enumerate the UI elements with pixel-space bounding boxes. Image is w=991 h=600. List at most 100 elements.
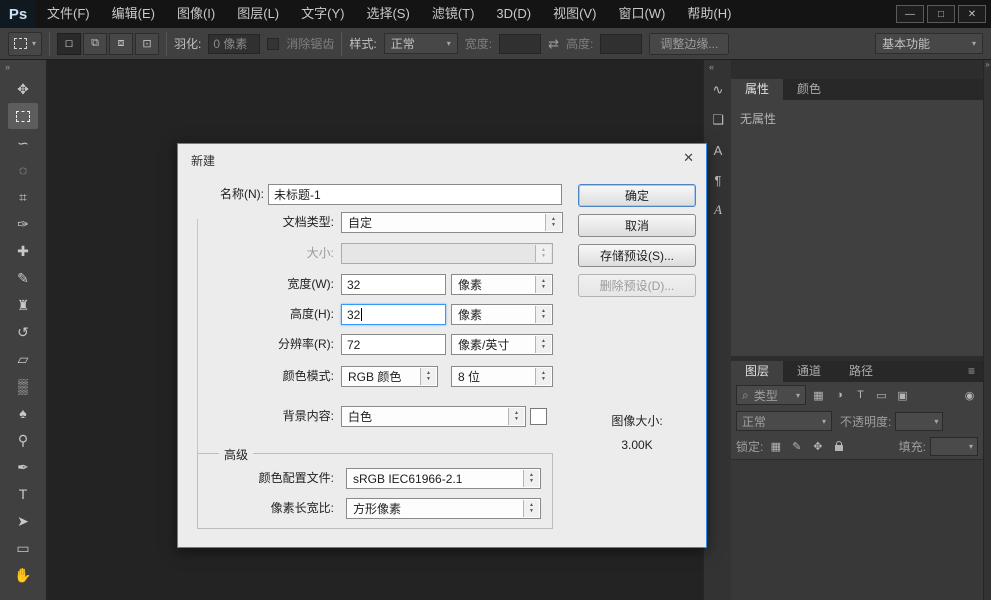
gradient-tool[interactable]: ▒: [8, 373, 38, 399]
tool-preset-picker[interactable]: ▾: [8, 32, 42, 56]
lasso-tool[interactable]: ∽: [8, 130, 38, 156]
character-panel-icon[interactable]: A: [704, 135, 732, 165]
clone-stamp-tool[interactable]: ♜: [8, 292, 38, 318]
opacity-input[interactable]: ▾: [895, 412, 943, 431]
fill-input[interactable]: ▾: [930, 437, 978, 456]
bit-depth-select[interactable]: 8 位 ▲▼: [451, 366, 553, 387]
maximize-button[interactable]: □: [927, 5, 955, 23]
rectangular-marquee-tool[interactable]: [8, 103, 38, 129]
feather-value: 0 像素: [213, 35, 247, 52]
color-profile-select[interactable]: sRGB IEC61966-2.1 ▲▼: [346, 468, 541, 489]
color-mode-label: 颜色模式:: [186, 366, 334, 387]
close-window-button[interactable]: ✕: [958, 5, 986, 23]
tab-layers[interactable]: 图层: [731, 361, 783, 382]
filter-pixel-layers-icon[interactable]: ▦: [810, 387, 827, 404]
feather-label: 羽化:: [174, 35, 201, 52]
save-preset-button[interactable]: 存储预设(S)...: [578, 244, 696, 267]
quick-selection-tool[interactable]: ◌: [8, 157, 38, 183]
resolution-unit-select[interactable]: 像素/英寸 ▲▼: [451, 334, 553, 355]
expand-strip-chevron-icon[interactable]: »: [985, 60, 989, 69]
lock-position-icon[interactable]: ✥: [809, 438, 826, 455]
tab-paths[interactable]: 路径: [835, 361, 887, 382]
document-type-select[interactable]: 自定 ▲▼: [341, 212, 563, 233]
menu-filter[interactable]: 滤镜(T): [421, 0, 486, 28]
swap-width-height-icon[interactable]: ⇄: [548, 36, 559, 52]
dodge-tool[interactable]: ⚲: [8, 427, 38, 453]
blur-tool[interactable]: ♠: [8, 400, 38, 426]
paragraph-panel-icon[interactable]: ¶: [704, 165, 732, 195]
ok-button[interactable]: 确定: [578, 184, 696, 207]
menu-window[interactable]: 窗口(W): [607, 0, 676, 28]
filter-type-layers-icon[interactable]: T: [852, 387, 869, 404]
expand-dock-chevron-icon[interactable]: «: [704, 60, 731, 75]
layers-list[interactable]: [731, 459, 983, 600]
menu-view[interactable]: 视图(V): [542, 0, 607, 28]
rectangle-tool[interactable]: ▭: [8, 535, 38, 561]
menu-image[interactable]: 图像(I): [166, 0, 226, 28]
crop-tool[interactable]: ⌗: [8, 184, 38, 210]
eraser-tool[interactable]: ▱: [8, 346, 38, 372]
character-styles-panel-icon[interactable]: A: [704, 195, 732, 225]
layer-filter-select[interactable]: ⌕ 类型 ▾: [736, 385, 806, 405]
brush-tool[interactable]: ✎: [8, 265, 38, 291]
style-select[interactable]: 正常 ▾: [384, 33, 458, 54]
path-selection-tool[interactable]: ➤: [8, 508, 38, 534]
width-input[interactable]: 32: [341, 274, 446, 295]
tab-color[interactable]: 颜色: [783, 79, 835, 100]
hand-tool[interactable]: ✋: [8, 562, 38, 588]
menu-3d[interactable]: 3D(D): [485, 0, 542, 28]
width-input[interactable]: [499, 34, 541, 54]
tab-properties[interactable]: 属性: [731, 79, 783, 100]
3d-panel-icon[interactable]: ❏: [704, 105, 732, 135]
height-input[interactable]: 32: [341, 304, 446, 325]
intersect-selection-button[interactable]: ⊡: [135, 33, 159, 55]
width-unit-select[interactable]: 像素 ▲▼: [451, 274, 553, 295]
height-input[interactable]: [600, 34, 642, 54]
pixel-aspect-select[interactable]: 方形像素 ▲▼: [346, 498, 541, 519]
dialog-title: 新建: [191, 152, 215, 169]
type-tool[interactable]: T: [8, 481, 38, 507]
height-unit-select[interactable]: 像素 ▲▼: [451, 304, 553, 325]
menu-layer[interactable]: 图层(L): [226, 0, 290, 28]
filter-toggle-icon[interactable]: ◉: [961, 387, 978, 404]
lock-all-icon[interactable]: [830, 438, 847, 455]
menu-type[interactable]: 文字(Y): [290, 0, 355, 28]
feather-input[interactable]: 0 像素: [208, 34, 260, 54]
history-brush-tool[interactable]: ↺: [8, 319, 38, 345]
subtract-from-selection-button[interactable]: ⧈: [109, 33, 133, 55]
name-label: 名称(N):: [186, 184, 264, 205]
filter-adjustment-layers-icon[interactable]: ◑: [831, 387, 848, 404]
workspace-select[interactable]: 基本功能 ▾: [875, 33, 983, 54]
dialog-close-icon[interactable]: ✕: [683, 150, 694, 166]
panel-menu-icon[interactable]: ≡: [960, 361, 983, 382]
background-select[interactable]: 白色 ▲▼: [341, 406, 526, 427]
lock-pixels-icon[interactable]: ✎: [788, 438, 805, 455]
eyedropper-tool[interactable]: ✑: [8, 211, 38, 237]
select-arrows-icon: ▲▼: [420, 368, 436, 385]
add-to-selection-button[interactable]: ⧉: [83, 33, 107, 55]
move-tool[interactable]: ✥: [8, 76, 38, 102]
histogram-panel-icon[interactable]: ∿: [704, 75, 732, 105]
blend-mode-select[interactable]: 正常 ▾: [736, 411, 832, 431]
tab-channels[interactable]: 通道: [783, 361, 835, 382]
menu-file[interactable]: 文件(F): [36, 0, 101, 28]
color-mode-select[interactable]: RGB 颜色 ▲▼: [341, 366, 438, 387]
marquee-preset-icon: [14, 38, 27, 49]
name-input[interactable]: 未标题-1: [268, 184, 562, 205]
lock-transparency-icon[interactable]: ▦: [767, 438, 784, 455]
refine-edge-button[interactable]: 调整边缘...: [649, 33, 729, 55]
background-color-swatch[interactable]: [530, 408, 547, 425]
resolution-input[interactable]: 72: [341, 334, 446, 355]
new-selection-button[interactable]: □: [57, 33, 81, 55]
filter-shape-layers-icon[interactable]: ▭: [873, 387, 890, 404]
collapse-tools-chevron-icon[interactable]: »: [0, 60, 46, 75]
menu-help[interactable]: 帮助(H): [676, 0, 742, 28]
cancel-button[interactable]: 取消: [578, 214, 696, 237]
antialias-checkbox[interactable]: [267, 38, 279, 50]
menu-select[interactable]: 选择(S): [355, 0, 420, 28]
filter-smart-objects-icon[interactable]: ▣: [894, 387, 911, 404]
menu-edit[interactable]: 编辑(E): [101, 0, 166, 28]
spot-healing-brush-tool[interactable]: ✚: [8, 238, 38, 264]
minimize-button[interactable]: —: [896, 5, 924, 23]
pen-tool[interactable]: ✒: [8, 454, 38, 480]
